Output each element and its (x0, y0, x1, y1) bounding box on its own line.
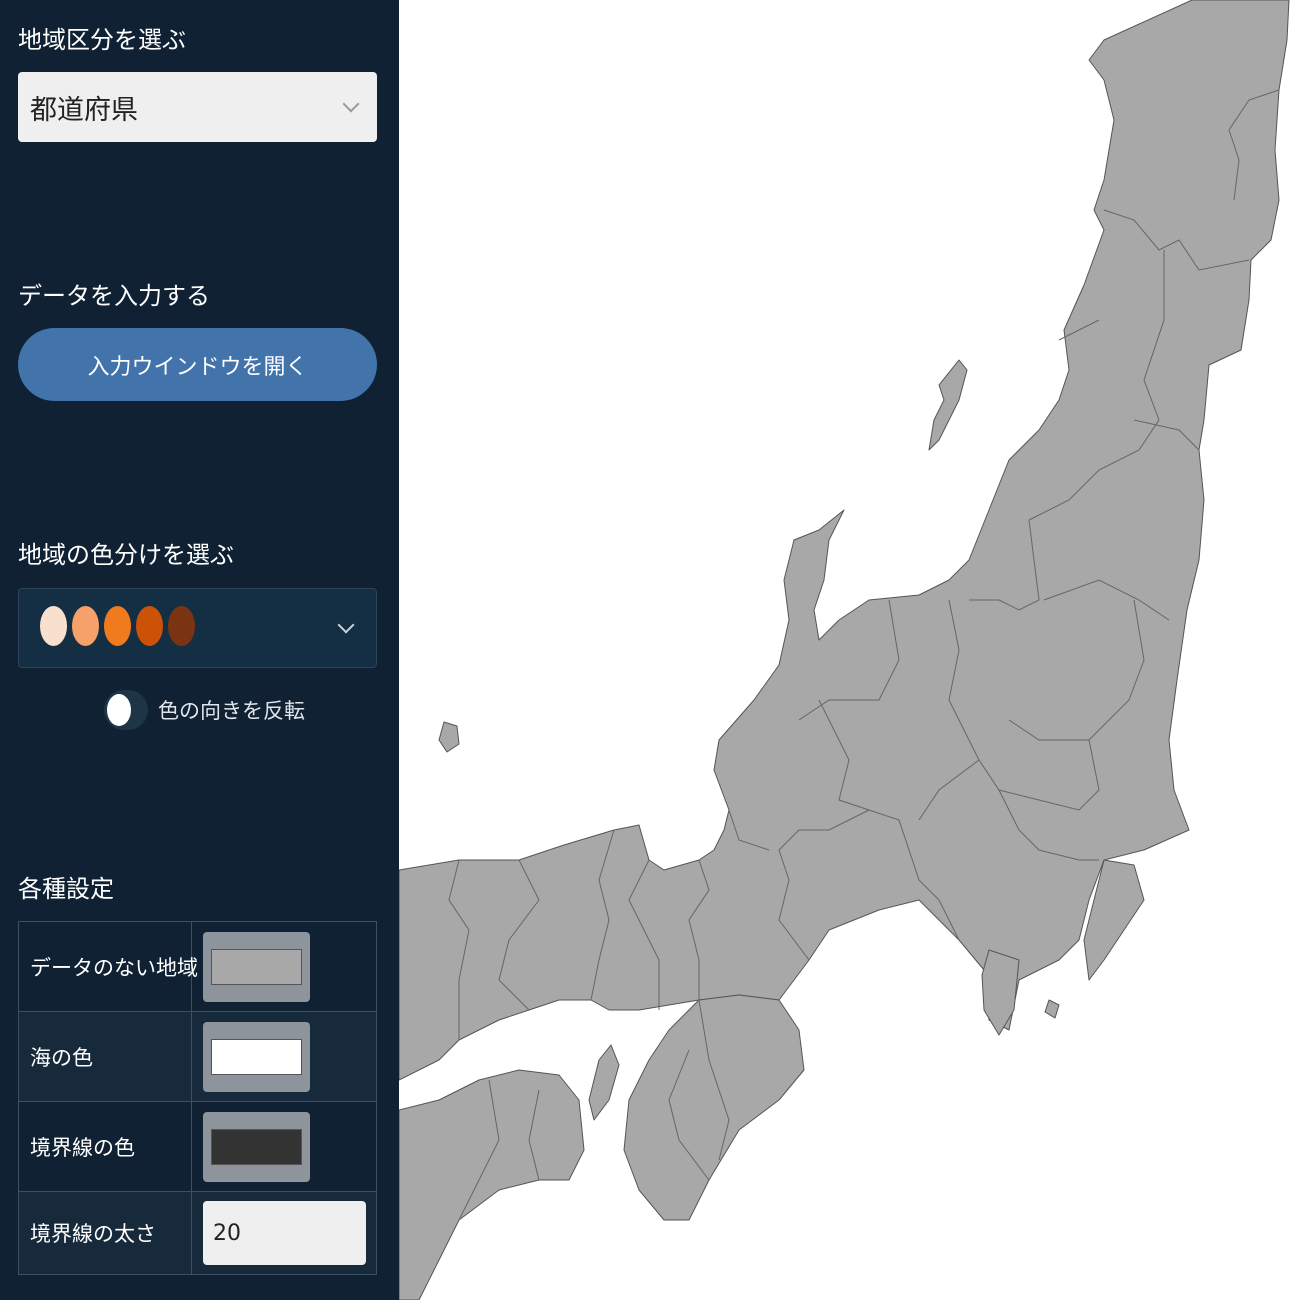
palette-swatch-3 (104, 606, 131, 646)
settings-row-border-color: 境界線の色 (19, 1102, 376, 1192)
border-width-input[interactable] (203, 1201, 366, 1265)
palette-swatch-2 (72, 606, 99, 646)
settings-row-sea: 海の色 (19, 1012, 376, 1102)
settings-row-no-data: データのない地域 (19, 922, 376, 1012)
map-canvas[interactable] (399, 0, 1300, 1300)
reverse-colors-label: 色の向きを反転 (158, 699, 305, 723)
chevron-down-icon (337, 616, 355, 634)
settings-table: データのない地域 海の色 境界線の色 境界線の太さ (18, 921, 377, 1275)
toggle-knob (107, 694, 131, 726)
awaji-island[interactable] (588, 1044, 620, 1121)
shikoku-landmass[interactable] (399, 1069, 585, 1300)
sado-island[interactable] (928, 359, 968, 451)
border-color-label: 境界線の色 (19, 1102, 192, 1191)
palette-section-title: 地域の色分けを選ぶ (18, 541, 234, 569)
oki-island[interactable] (438, 721, 460, 753)
border-color-picker[interactable] (203, 1112, 310, 1182)
open-input-window-button[interactable]: 入力ウインドウを開く (18, 328, 377, 401)
region-type-selected-value: 都道府県 (30, 94, 138, 126)
palette-swatch-1 (40, 606, 67, 646)
border-color-preview (211, 1129, 302, 1165)
palette-swatch-4 (136, 606, 163, 646)
reverse-colors-toggle[interactable] (104, 690, 148, 730)
border-width-label: 境界線の太さ (19, 1192, 192, 1274)
color-palette-select[interactable] (18, 588, 377, 668)
no-data-color-picker[interactable] (203, 932, 310, 1002)
izu-peninsula[interactable] (981, 949, 1020, 1036)
sea-color-picker[interactable] (203, 1022, 310, 1092)
sea-color-preview (211, 1039, 302, 1075)
honshu-landmass[interactable] (399, 0, 1290, 1081)
japan-map[interactable] (399, 0, 1300, 1300)
region-type-select[interactable]: 都道府県 (18, 72, 377, 142)
small-island[interactable] (1044, 999, 1060, 1019)
kii-peninsula[interactable] (623, 994, 805, 1221)
region-section-title: 地域区分を選ぶ (18, 26, 186, 54)
data-section-title: データを入力する (18, 282, 210, 310)
palette-swatch-5 (168, 606, 195, 646)
no-data-label: データのない地域 (19, 922, 198, 1011)
settings-section-title: 各種設定 (18, 875, 114, 903)
settings-row-border-width: 境界線の太さ (19, 1192, 376, 1274)
no-data-color-preview (211, 949, 302, 985)
chevron-down-icon (342, 95, 360, 113)
sidebar: 地域区分を選ぶ 都道府県 データを入力する 入力ウインドウを開く 地域の色分けを… (0, 0, 399, 1300)
sea-color-label: 海の色 (19, 1012, 192, 1101)
